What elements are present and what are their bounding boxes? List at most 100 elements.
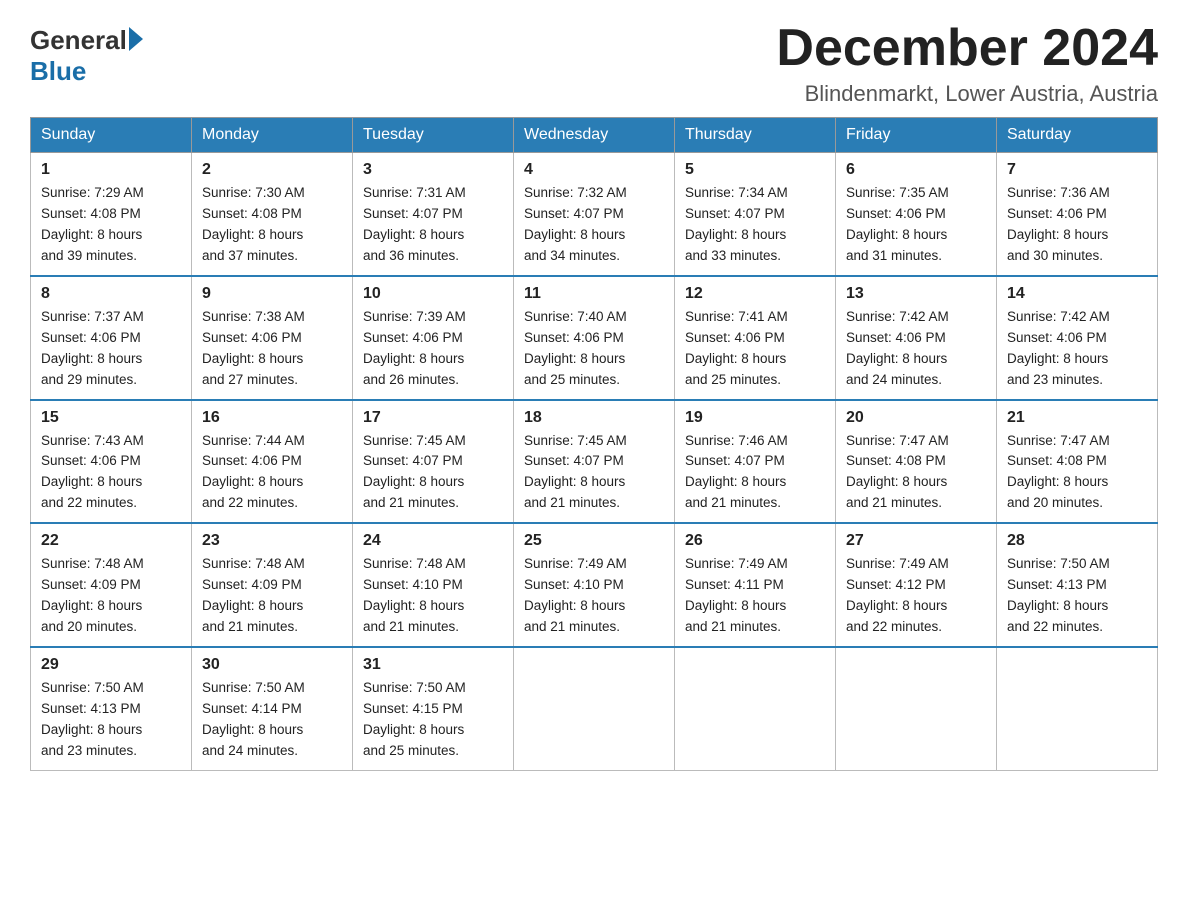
calendar-cell: 20Sunrise: 7:47 AMSunset: 4:08 PMDayligh… — [836, 400, 997, 524]
day-number: 9 — [202, 285, 342, 303]
weekday-header-monday: Monday — [192, 118, 353, 153]
day-number: 6 — [846, 161, 986, 179]
day-number: 8 — [41, 285, 181, 303]
calendar-cell: 8 Sunrise: 7:37 AMSunset: 4:06 PMDaylight… — [31, 276, 192, 400]
day-info: Sunrise: 7:42 AMSunset: 4:06 PMDaylight:… — [1007, 307, 1147, 391]
weekday-header-row: SundayMondayTuesdayWednesdayThursdayFrid… — [31, 118, 1158, 153]
day-number: 4 — [524, 161, 664, 179]
day-number: 25 — [524, 532, 664, 550]
day-info: Sunrise: 7:40 AMSunset: 4:06 PMDaylight:… — [524, 307, 664, 391]
day-info: Sunrise: 7:42 AMSunset: 4:06 PMDaylight:… — [846, 307, 986, 391]
calendar-cell: 9 Sunrise: 7:38 AMSunset: 4:06 PMDaylight… — [192, 276, 353, 400]
calendar-cell: 11 Sunrise: 7:40 AMSunset: 4:06 PMDayligh… — [514, 276, 675, 400]
day-info: Sunrise: 7:47 AMSunset: 4:08 PMDaylight:… — [846, 431, 986, 515]
calendar-cell: 23 Sunrise: 7:48 AMSunset: 4:09 PMDayligh… — [192, 523, 353, 647]
day-info: Sunrise: 7:50 AMSunset: 4:15 PMDaylight:… — [363, 678, 503, 762]
day-info: Sunrise: 7:50 AMSunset: 4:14 PMDaylight:… — [202, 678, 342, 762]
day-info: Sunrise: 7:46 AMSunset: 4:07 PMDaylight:… — [685, 431, 825, 515]
calendar-cell: 10Sunrise: 7:39 AMSunset: 4:06 PMDayligh… — [353, 276, 514, 400]
day-number: 7 — [1007, 161, 1147, 179]
day-info: Sunrise: 7:44 AMSunset: 4:06 PMDaylight:… — [202, 431, 342, 515]
location-subtitle: Blindenmarkt, Lower Austria, Austria — [776, 81, 1158, 107]
day-info: Sunrise: 7:37 AMSunset: 4:06 PMDaylight:… — [41, 307, 181, 391]
day-info: Sunrise: 7:31 AMSunset: 4:07 PMDaylight:… — [363, 183, 503, 267]
day-number: 17 — [363, 409, 503, 427]
calendar-cell: 15 Sunrise: 7:43 AMSunset: 4:06 PMDayligh… — [31, 400, 192, 524]
calendar-cell: 25Sunrise: 7:49 AMSunset: 4:10 PMDayligh… — [514, 523, 675, 647]
day-number: 1 — [41, 161, 181, 179]
calendar-cell: 29 Sunrise: 7:50 AMSunset: 4:13 PMDayligh… — [31, 647, 192, 770]
calendar-cell: 27Sunrise: 7:49 AMSunset: 4:12 PMDayligh… — [836, 523, 997, 647]
day-number: 23 — [202, 532, 342, 550]
day-number: 14 — [1007, 285, 1147, 303]
day-info: Sunrise: 7:35 AMSunset: 4:06 PMDaylight:… — [846, 183, 986, 267]
calendar-cell: 13 Sunrise: 7:42 AMSunset: 4:06 PMDayligh… — [836, 276, 997, 400]
day-info: Sunrise: 7:45 AMSunset: 4:07 PMDaylight:… — [363, 431, 503, 515]
day-number: 5 — [685, 161, 825, 179]
calendar-cell: 12Sunrise: 7:41 AMSunset: 4:06 PMDayligh… — [675, 276, 836, 400]
day-number: 13 — [846, 285, 986, 303]
title-block: December 2024 Blindenmarkt, Lower Austri… — [776, 20, 1158, 107]
day-info: Sunrise: 7:48 AMSunset: 4:09 PMDaylight:… — [41, 554, 181, 638]
day-number: 22 — [41, 532, 181, 550]
weekday-header-tuesday: Tuesday — [353, 118, 514, 153]
calendar-cell: 6 Sunrise: 7:35 AMSunset: 4:06 PMDaylight… — [836, 153, 997, 276]
day-number: 28 — [1007, 532, 1147, 550]
calendar-cell: 31 Sunrise: 7:50 AMSunset: 4:15 PMDayligh… — [353, 647, 514, 770]
day-number: 3 — [363, 161, 503, 179]
logo-blue-text: Blue — [30, 56, 86, 87]
day-number: 11 — [524, 285, 664, 303]
calendar-cell: 5 Sunrise: 7:34 AMSunset: 4:07 PMDaylight… — [675, 153, 836, 276]
day-info: Sunrise: 7:43 AMSunset: 4:06 PMDaylight:… — [41, 431, 181, 515]
day-number: 24 — [363, 532, 503, 550]
day-info: Sunrise: 7:32 AMSunset: 4:07 PMDaylight:… — [524, 183, 664, 267]
logo-arrow-icon — [129, 27, 143, 51]
calendar-cell: 21 Sunrise: 7:47 AMSunset: 4:08 PMDayligh… — [997, 400, 1158, 524]
page-header: General Blue December 2024 Blindenmarkt,… — [30, 20, 1158, 107]
day-number: 21 — [1007, 409, 1147, 427]
day-info: Sunrise: 7:34 AMSunset: 4:07 PMDaylight:… — [685, 183, 825, 267]
day-info: Sunrise: 7:38 AMSunset: 4:06 PMDaylight:… — [202, 307, 342, 391]
calendar-cell: 22 Sunrise: 7:48 AMSunset: 4:09 PMDayligh… — [31, 523, 192, 647]
logo: General Blue — [30, 25, 143, 87]
day-number: 30 — [202, 656, 342, 674]
calendar-week-row: 15 Sunrise: 7:43 AMSunset: 4:06 PMDayligh… — [31, 400, 1158, 524]
day-number: 19 — [685, 409, 825, 427]
day-info: Sunrise: 7:45 AMSunset: 4:07 PMDaylight:… — [524, 431, 664, 515]
day-info: Sunrise: 7:49 AMSunset: 4:11 PMDaylight:… — [685, 554, 825, 638]
calendar-cell: 26Sunrise: 7:49 AMSunset: 4:11 PMDayligh… — [675, 523, 836, 647]
day-info: Sunrise: 7:47 AMSunset: 4:08 PMDaylight:… — [1007, 431, 1147, 515]
day-info: Sunrise: 7:36 AMSunset: 4:06 PMDaylight:… — [1007, 183, 1147, 267]
day-number: 2 — [202, 161, 342, 179]
calendar-week-row: 1 Sunrise: 7:29 AMSunset: 4:08 PMDaylight… — [31, 153, 1158, 276]
day-info: Sunrise: 7:48 AMSunset: 4:09 PMDaylight:… — [202, 554, 342, 638]
calendar-week-row: 29 Sunrise: 7:50 AMSunset: 4:13 PMDayligh… — [31, 647, 1158, 770]
calendar-cell — [997, 647, 1158, 770]
day-number: 15 — [41, 409, 181, 427]
day-info: Sunrise: 7:41 AMSunset: 4:06 PMDaylight:… — [685, 307, 825, 391]
day-info: Sunrise: 7:49 AMSunset: 4:12 PMDaylight:… — [846, 554, 986, 638]
calendar-week-row: 8 Sunrise: 7:37 AMSunset: 4:06 PMDaylight… — [31, 276, 1158, 400]
calendar-cell: 24Sunrise: 7:48 AMSunset: 4:10 PMDayligh… — [353, 523, 514, 647]
day-number: 16 — [202, 409, 342, 427]
calendar-cell: 4 Sunrise: 7:32 AMSunset: 4:07 PMDaylight… — [514, 153, 675, 276]
calendar-cell — [675, 647, 836, 770]
day-info: Sunrise: 7:29 AMSunset: 4:08 PMDaylight:… — [41, 183, 181, 267]
calendar-cell — [514, 647, 675, 770]
calendar-table: SundayMondayTuesdayWednesdayThursdayFrid… — [30, 117, 1158, 770]
weekday-header-saturday: Saturday — [997, 118, 1158, 153]
calendar-cell: 28 Sunrise: 7:50 AMSunset: 4:13 PMDayligh… — [997, 523, 1158, 647]
calendar-cell: 19 Sunrise: 7:46 AMSunset: 4:07 PMDayligh… — [675, 400, 836, 524]
day-number: 31 — [363, 656, 503, 674]
weekday-header-thursday: Thursday — [675, 118, 836, 153]
logo-general-text: General — [30, 25, 127, 56]
calendar-cell: 2Sunrise: 7:30 AMSunset: 4:08 PMDaylight… — [192, 153, 353, 276]
calendar-cell: 17 Sunrise: 7:45 AMSunset: 4:07 PMDayligh… — [353, 400, 514, 524]
calendar-cell: 3 Sunrise: 7:31 AMSunset: 4:07 PMDaylight… — [353, 153, 514, 276]
calendar-cell — [836, 647, 997, 770]
calendar-cell: 18Sunrise: 7:45 AMSunset: 4:07 PMDayligh… — [514, 400, 675, 524]
day-info: Sunrise: 7:50 AMSunset: 4:13 PMDaylight:… — [1007, 554, 1147, 638]
weekday-header-sunday: Sunday — [31, 118, 192, 153]
day-number: 29 — [41, 656, 181, 674]
day-info: Sunrise: 7:50 AMSunset: 4:13 PMDaylight:… — [41, 678, 181, 762]
